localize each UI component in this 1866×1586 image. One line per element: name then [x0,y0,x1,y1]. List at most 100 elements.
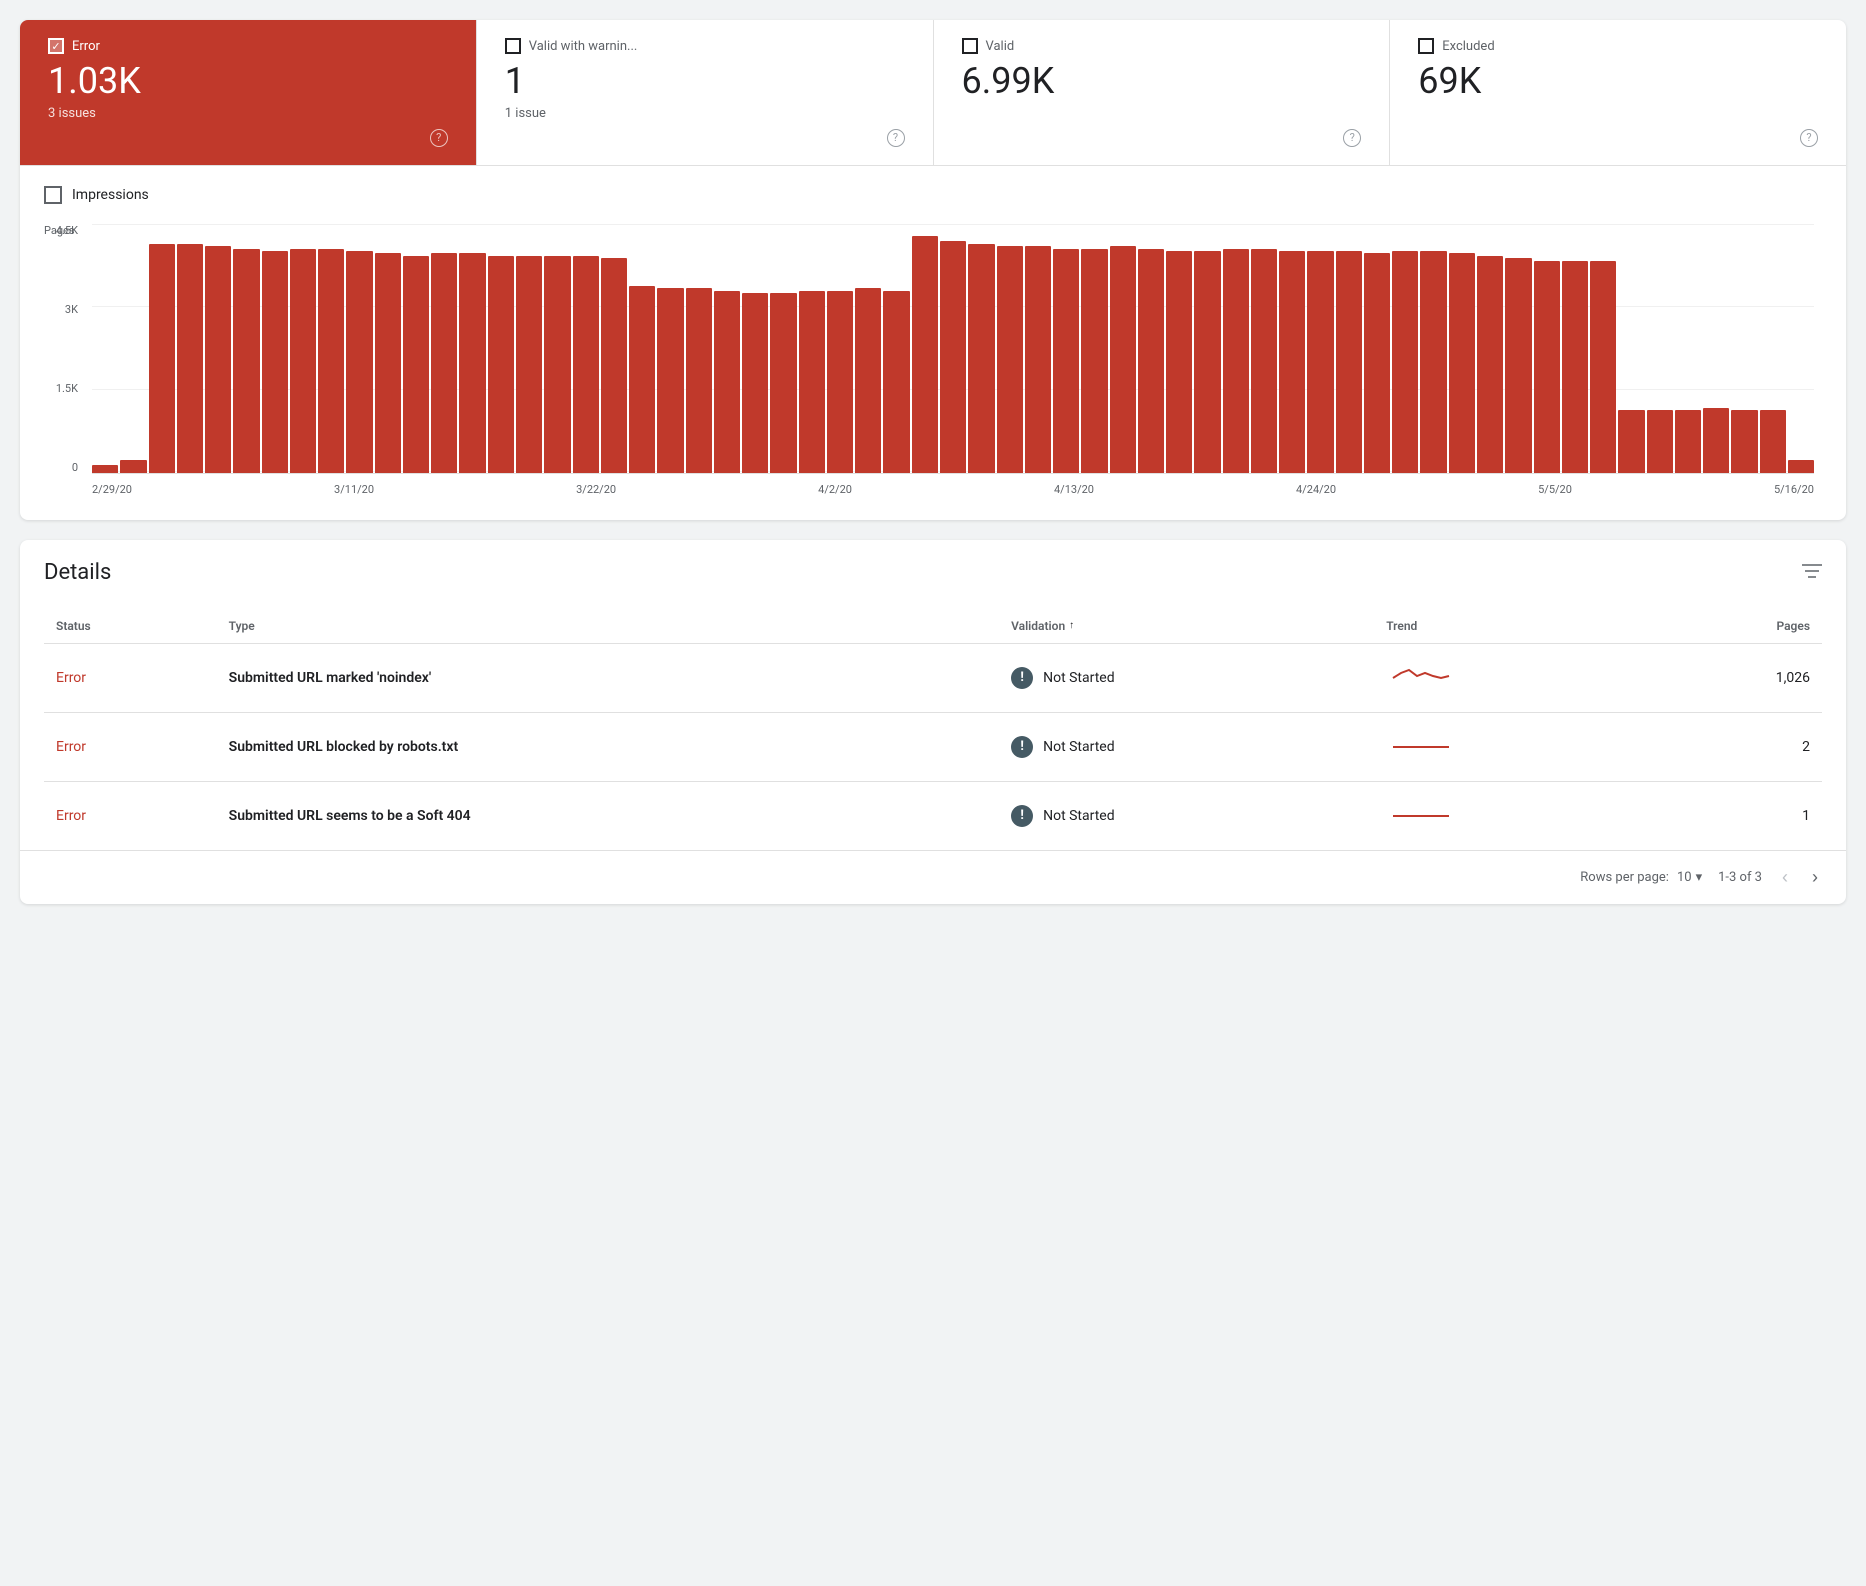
rows-per-page-value: 10 [1677,870,1692,885]
y-label-4500: 4.5K [56,224,78,237]
chart-bar [1138,249,1164,473]
row-status[interactable]: Error [44,712,217,781]
valid-warning-checkbox [505,38,521,54]
row-type[interactable]: Submitted URL marked 'noindex' [217,643,999,712]
chart-bar [1251,249,1277,473]
chart-bar [1364,253,1390,472]
y-label-0: 0 [72,461,78,474]
x-label-1: 2/29/20 [92,483,132,496]
chart-y-axis: 4.5K 3K 1.5K 0 [44,224,84,474]
row-status[interactable]: Error [44,781,217,850]
chart-bar [855,288,881,472]
chart-bar [912,236,938,473]
not-started-text: Not Started [1043,808,1115,824]
x-label-5: 4/13/20 [1054,483,1094,496]
excluded-tab-title: Excluded [1442,39,1494,54]
row-pages: 1,026 [1651,643,1822,712]
x-label-4: 4/2/20 [818,483,852,496]
error-tab-title: Error [72,39,100,54]
prev-page-button[interactable]: ‹ [1778,863,1792,892]
chart-bar [459,253,485,472]
chart-container: Pages 4.5K 3K 1.5K 0 2/29/20 3/11/20 [44,224,1822,504]
valid-tab-issues [962,106,1362,121]
valid-warning-tab-value: 1 [505,62,905,102]
chart-bar [346,251,372,473]
chart-bar [1618,410,1644,472]
chart-bar [629,286,655,473]
chart-bar [290,249,316,473]
next-page-button[interactable]: › [1808,863,1822,892]
chart-bar [488,256,514,473]
tab-excluded[interactable]: Excluded 69K ? [1390,20,1846,165]
tab-valid[interactable]: Valid 6.99K ? [934,20,1391,165]
valid-tab-title: Valid [986,39,1015,54]
chart-bar [516,256,542,473]
rows-select[interactable]: 10 ▾ [1677,870,1702,885]
chart-bar [1053,249,1079,473]
chart-bar [1477,256,1503,473]
chart-bar [1590,261,1616,473]
chart-bar [657,288,683,472]
row-validation: !Not Started [999,643,1374,712]
error-help-icon[interactable]: ? [430,129,448,147]
row-type[interactable]: Submitted URL seems to be a Soft 404 [217,781,999,850]
chart-bar [883,291,909,473]
valid-warning-help-icon[interactable]: ? [887,129,905,147]
tab-error[interactable]: Error 1.03K 3 issues ? [20,20,477,165]
valid-tab-value: 6.99K [962,62,1362,102]
chart-bar [1562,261,1588,473]
chart-bars [92,224,1814,474]
filter-icon[interactable] [1802,560,1822,584]
chart-bar [1703,408,1729,473]
row-pages: 2 [1651,712,1822,781]
details-title: Details [44,560,111,585]
chart-bar [686,288,712,472]
chart-bar [1081,249,1107,473]
excluded-tab-issues [1418,106,1818,121]
col-pages: Pages [1651,609,1822,644]
row-type[interactable]: Submitted URL blocked by robots.txt [217,712,999,781]
chart-bar [1392,251,1418,473]
chart-bar [177,244,203,473]
col-validation[interactable]: Validation ↑ [999,609,1374,644]
chart-bar [1223,249,1249,473]
excluded-tab-value: 69K [1418,62,1818,102]
not-started-icon: ! [1011,805,1033,827]
chart-bar [233,249,259,473]
chart-bar [1675,410,1701,472]
row-trend [1374,781,1650,850]
chart-bar [1534,261,1560,473]
chart-bar [1420,251,1446,473]
chart-bar [714,291,740,473]
not-started-text: Not Started [1043,739,1115,755]
rows-dropdown-icon[interactable]: ▾ [1696,870,1703,885]
chart-bar [1025,246,1051,473]
tab-valid-warning[interactable]: Valid with warnin... 1 1 issue ? [477,20,934,165]
table-footer: Rows per page: 10 ▾ 1-3 of 3 ‹ › [20,850,1846,904]
chart-bar [318,249,344,473]
chart-x-axis: 2/29/20 3/11/20 3/22/20 4/2/20 4/13/20 4… [92,476,1814,504]
row-pages: 1 [1651,781,1822,850]
col-type: Type [217,609,999,644]
row-status[interactable]: Error [44,643,217,712]
table-header-row: Status Type Validation ↑ Trend Pages [44,609,1822,644]
row-validation: ! Not Started [999,781,1374,850]
chart-bar [827,291,853,473]
chart-bar [1760,410,1786,472]
y-label-3000: 3K [65,303,78,316]
error-checkbox [48,38,64,54]
x-label-7: 5/5/20 [1538,483,1572,496]
chart-bar [403,256,429,473]
table-row: ErrorSubmitted URL marked 'noindex'!Not … [44,643,1822,712]
chart-bar [92,465,118,472]
excluded-help-icon[interactable]: ? [1800,129,1818,147]
not-started-icon: ! [1011,736,1033,758]
chart-bar [149,244,175,473]
chart-bar [431,253,457,472]
x-label-6: 4/24/20 [1296,483,1336,496]
chart-bar [799,291,825,473]
impressions-checkbox[interactable] [44,186,62,204]
valid-help-icon[interactable]: ? [1343,129,1361,147]
sparkline-svg [1386,658,1456,698]
valid-warning-tab-title: Valid with warnin... [529,39,638,54]
